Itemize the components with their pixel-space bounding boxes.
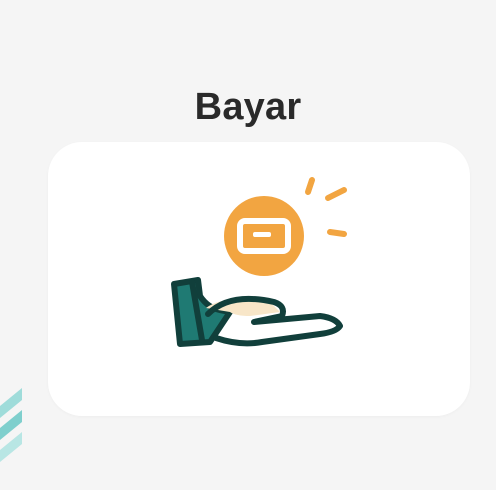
page-title: Bayar xyxy=(194,86,302,128)
pay-hand-coin-icon xyxy=(171,177,347,347)
decorative-stripes-icon xyxy=(0,388,22,462)
